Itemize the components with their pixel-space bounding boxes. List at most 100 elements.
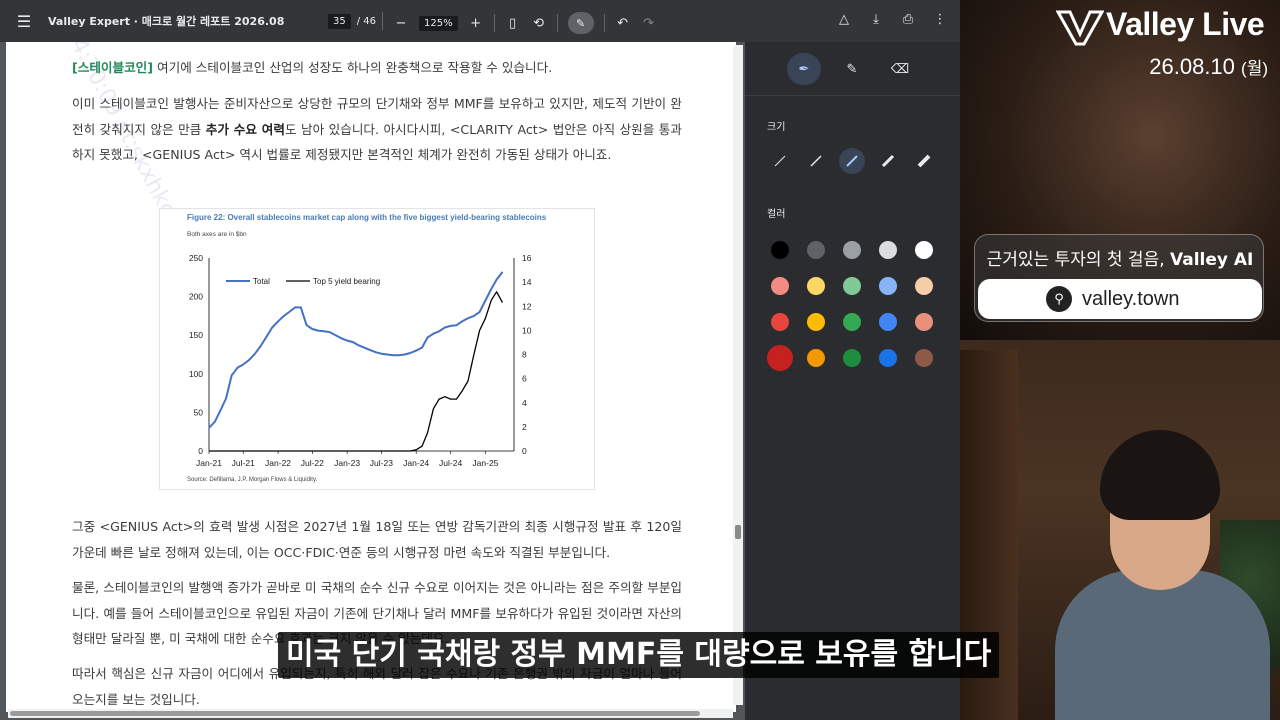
- highlighter-tool-icon[interactable]: ✎: [835, 53, 869, 85]
- vertical-scrollbar[interactable]: [733, 45, 743, 705]
- color-swatch[interactable]: [915, 241, 933, 259]
- x-tick-label: Jul-22: [301, 458, 324, 468]
- color-swatch[interactable]: [879, 277, 897, 295]
- annotate-pen-icon[interactable]: ✎: [567, 12, 594, 34]
- figure-22: Figure 22: Overall stablecoins market ca…: [159, 208, 595, 490]
- x-tick-label: Jan-24: [403, 458, 429, 468]
- horizontal-scroll-thumb[interactable]: [10, 711, 700, 716]
- size-option-1[interactable]: [767, 148, 793, 174]
- color-swatch[interactable]: [915, 313, 933, 331]
- color-swatch[interactable]: [915, 349, 933, 367]
- fit-page-icon[interactable]: ▯: [505, 16, 521, 31]
- pen-tool-icon[interactable]: ✒: [787, 53, 821, 85]
- promo-search-bar: ⚲ valley.town: [978, 279, 1262, 319]
- y-left-tick-label: 150: [189, 330, 203, 340]
- eraser-tool-icon[interactable]: ⌫: [883, 53, 917, 85]
- color-swatch[interactable]: [879, 349, 897, 367]
- page-indicator: 35 / 46: [328, 12, 384, 30]
- more-icon[interactable]: ⋮: [932, 12, 948, 27]
- color-swatch[interactable]: [843, 277, 861, 295]
- color-swatch[interactable]: [771, 241, 789, 259]
- y-right-tick-label: 0: [522, 446, 527, 456]
- promo-url: valley.town: [1082, 287, 1180, 310]
- series-line-total: [208, 271, 504, 429]
- toolbar-divider: [493, 14, 495, 32]
- y-left-tick-label: 200: [189, 292, 203, 302]
- size-option-4[interactable]: [875, 148, 901, 174]
- size-option-5[interactable]: [911, 148, 937, 174]
- x-tick-label: Jan-23: [334, 458, 360, 468]
- medium-line-icon: [846, 155, 858, 167]
- paragraph-1-text: 여기에 스테이블코인 산업의 성장도 하나의 완충책으로 작용할 수 있습니다.: [153, 60, 553, 75]
- promo-card: 근거있는 투자의 첫 걸음, Valley AI ⚲ valley.town: [974, 234, 1264, 322]
- page-number-input[interactable]: 35: [328, 13, 351, 29]
- redo-icon[interactable]: ↷: [641, 16, 657, 31]
- color-swatch[interactable]: [771, 277, 789, 295]
- paragraph-1: [스테이블코인] 여기에 스테이블코인 산업의 성장도 하나의 완충책으로 작용…: [72, 55, 682, 81]
- color-swatch[interactable]: [879, 241, 897, 259]
- color-swatch[interactable]: [915, 277, 933, 295]
- download-icon[interactable]: ⤓: [868, 12, 884, 27]
- undo-icon[interactable]: ↶: [615, 16, 631, 31]
- pdf-viewport[interactable]: 14:30:09 et:skxhkc premium version [스테이블…: [0, 42, 745, 720]
- promo-text: 근거있는 투자의 첫 걸음, Valley AI: [975, 245, 1265, 270]
- zoom-in-icon[interactable]: +: [468, 16, 484, 31]
- y-left-tick-label: 0: [198, 446, 203, 456]
- horizontal-scrollbar[interactable]: [8, 709, 733, 718]
- page-total: / 46: [356, 15, 377, 27]
- zoom-controls: − 125% + ▯ ⟲ ✎ ↶ ↷: [393, 12, 657, 34]
- size-label: 크기: [767, 122, 786, 133]
- color-swatch[interactable]: [807, 349, 825, 367]
- y-right-tick-label: 2: [522, 422, 527, 432]
- paragraph-2-bold: 추가 수요 여력: [205, 121, 285, 137]
- color-swatch[interactable]: [771, 313, 789, 331]
- annotation-panel: ✒ ✎ ⌫ 크기 컬러: [745, 42, 960, 720]
- pdf-toolbar: ☰ Valley Expert · 매크로 월간 레포트 2026.08 35 …: [0, 0, 960, 42]
- color-swatch[interactable]: [807, 277, 825, 295]
- x-tick-label: Jul-24: [439, 458, 462, 468]
- stablecoin-tag: [스테이블코인]: [72, 60, 154, 75]
- drive-save-icon[interactable]: △: [836, 12, 852, 27]
- x-tick-label: Jan-25: [472, 458, 498, 468]
- paragraph-3: 그중 <GENIUS Act>의 효력 발생 시점은 2027년 1월 18일 …: [72, 519, 682, 560]
- toolbar-divider: [382, 12, 384, 30]
- figure-source: Source: Defillama, J.P. Morgan Flows & L…: [187, 477, 318, 483]
- y-left-tick-label: 100: [189, 369, 203, 379]
- stablecoin-chart: 0 50 100 150 200 250 0 2 4 6 8 10 12 14 16 Jan-21 Jul-21…: [189, 253, 532, 468]
- promo-tagline: 근거있는 투자의 첫 걸음,: [986, 250, 1171, 270]
- caption-subtitle: 미국 단기 국채랑 정부 MMF를 대량으로 보유를 합니다: [278, 632, 1000, 678]
- rotate-icon[interactable]: ⟲: [531, 16, 547, 31]
- color-swatch[interactable]: [767, 345, 793, 371]
- weekday-text: (월): [1241, 59, 1268, 78]
- toolbar-divider: [603, 14, 605, 32]
- toolbar-divider: [556, 14, 558, 32]
- y-right-tick-label: 6: [522, 374, 527, 384]
- size-option-2[interactable]: [803, 148, 829, 174]
- pdf-page: 14:30:09 et:skxhkc premium version [스테이블…: [6, 42, 736, 712]
- menu-icon[interactable]: ☰: [0, 12, 48, 31]
- color-swatch[interactable]: [807, 241, 825, 259]
- legend-label: Total: [253, 277, 270, 286]
- x-tick-label: Jul-21: [232, 458, 255, 468]
- color-swatch[interactable]: [843, 313, 861, 331]
- paragraph-2: 이미 스테이블코인 발행사는 준비자산으로 상당한 규모의 단기채와 정부 MM…: [72, 91, 682, 168]
- date-text: 26.08.10: [1149, 54, 1235, 79]
- color-swatch[interactable]: [807, 313, 825, 331]
- y-left-tick-label: 50: [194, 407, 204, 417]
- color-label: 컬러: [767, 209, 786, 220]
- print-icon[interactable]: ⎙: [900, 12, 916, 27]
- vertical-scroll-thumb[interactable]: [735, 525, 741, 539]
- zoom-out-icon[interactable]: −: [393, 16, 409, 31]
- color-swatch[interactable]: [843, 349, 861, 367]
- toolbar-right: △ ⤓ ⎙ ⋮: [836, 12, 948, 27]
- zoom-input[interactable]: 125%: [419, 15, 458, 31]
- color-swatch[interactable]: [879, 313, 897, 331]
- y-right-tick-label: 14: [522, 277, 532, 287]
- search-icon: ⚲: [1046, 286, 1072, 312]
- thickest-line-icon: [917, 154, 931, 168]
- size-option-3[interactable]: [839, 148, 865, 174]
- color-swatch[interactable]: [843, 241, 861, 259]
- x-tick-label: Jul-23: [370, 458, 393, 468]
- y-right-tick-label: 10: [522, 325, 532, 335]
- document-title: Valley Expert · 매크로 월간 레포트 2026.08: [48, 15, 285, 28]
